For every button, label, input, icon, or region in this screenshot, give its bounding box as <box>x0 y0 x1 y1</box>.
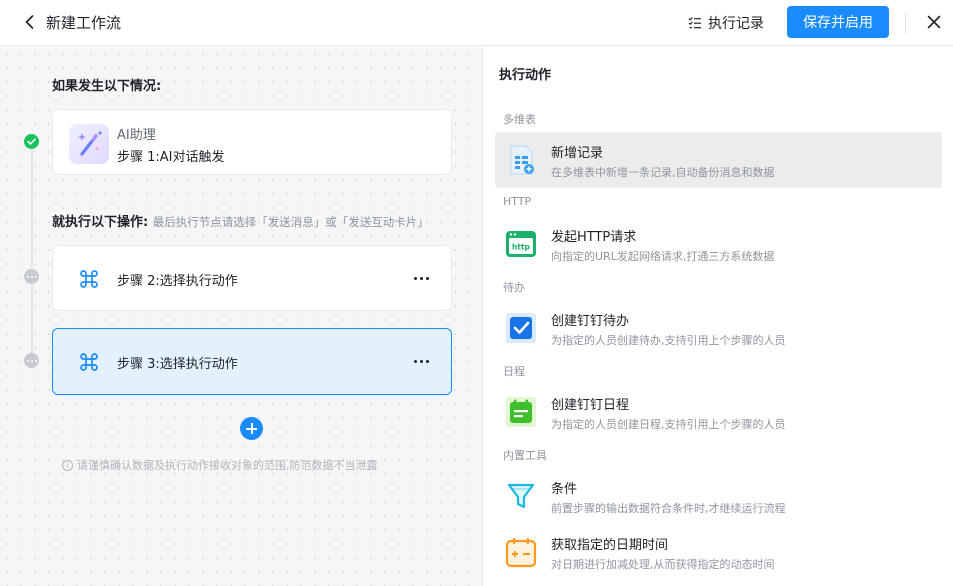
action-item-name: 发起HTTP请求 <box>551 230 637 245</box>
step-status-dot <box>24 269 39 284</box>
close-icon[interactable] <box>925 13 943 31</box>
action-item-desc: 前置步骤的输出数据符合条件时,才继续运行流程 <box>551 502 786 515</box>
action-item-name: 创建钉钉日程 <box>551 398 630 413</box>
action-item-desc: 对日期进行加减处理,从而获得指定的动态时间 <box>551 558 775 571</box>
action-item-create-todo[interactable]: 创建钉钉待办 为指定的人员创建待办,支持引用上个步骤的人员 <box>495 300 942 356</box>
svg-text:http: http <box>512 243 531 252</box>
workflow-canvas: 如果发生以下情况: AI助理 步骤 1:AI对话触发 就执行以下操作: 最后执行… <box>0 47 482 586</box>
trigger-section-title: 如果发生以下情况: <box>52 79 162 94</box>
step-card-3[interactable]: 步骤 3:选择执行动作 <box>52 328 452 395</box>
action-item-create-schedule[interactable]: 创建钉钉日程 为指定的人员创建日程,支持引用上个步骤的人员 <box>495 384 942 440</box>
action-item-get-datetime[interactable]: 获取指定的日期时间 对日期进行加减处理,从而获得指定的动态时间 <box>495 524 942 580</box>
action-section-title: 就执行以下操作: 最后执行节点请选择「发送消息」或「发送互动卡片」 <box>52 211 429 230</box>
action-item-desc: 为指定的人员创建待办,支持引用上个步骤的人员 <box>551 334 786 347</box>
category-label-http: HTTP <box>503 195 532 208</box>
panel-title: 执行动作 <box>499 68 552 83</box>
execution-history-label: 执行记录 <box>708 16 764 32</box>
table-add-icon <box>510 145 534 175</box>
http-icon: http <box>506 231 536 257</box>
command-key-icon <box>80 353 98 371</box>
action-item-name: 新增记录 <box>551 146 604 161</box>
action-section-hint: 最后执行节点请选择「发送消息」或「发送互动卡片」 <box>152 215 429 229</box>
action-panel: 执行动作 多维表 新增记录 在多维表中新增一条记录,自动备份消息和数据 HTTP… <box>482 47 953 586</box>
flow-connector <box>31 147 33 267</box>
trigger-step-label: 步骤 1:AI对话触发 <box>117 150 225 165</box>
command-key-icon <box>80 270 98 288</box>
action-item-name: 创建钉钉待办 <box>551 314 630 329</box>
step-card-2[interactable]: 步骤 2:选择执行动作 <box>52 245 452 311</box>
filter-icon <box>507 483 535 509</box>
action-item-http-request[interactable]: http 发起HTTP请求 向指定的URL发起网络请求,打通三方系统数据 <box>495 216 942 272</box>
execution-history-button[interactable]: 执行记录 <box>688 13 764 33</box>
add-step-button[interactable] <box>240 417 263 440</box>
action-item-desc: 为指定的人员创建日程,支持引用上个步骤的人员 <box>551 418 786 431</box>
todo-check-icon <box>506 313 536 343</box>
info-icon: i <box>62 459 73 471</box>
date-calc-icon <box>505 538 537 568</box>
more-options-icon[interactable] <box>411 353 431 369</box>
data-safety-notice-text: 请谨慎确认数据及执行动作接收对象的范围,防范数据不当泄露 <box>77 459 378 472</box>
step-card-label: 步骤 3:选择执行动作 <box>117 357 238 372</box>
more-options-icon[interactable] <box>411 270 431 286</box>
header-divider <box>905 12 906 34</box>
save-and-enable-button[interactable]: 保存并启用 <box>787 6 889 38</box>
category-label-schedule: 日程 <box>503 365 525 378</box>
step-card-label: 步骤 2:选择执行动作 <box>117 274 238 289</box>
header-bar: 新建工作流 执行记录 保存并启用 <box>0 0 953 46</box>
action-item-add-record[interactable]: 新增记录 在多维表中新增一条记录,自动备份消息和数据 <box>495 132 942 188</box>
ai-magic-wand-icon <box>69 124 109 164</box>
category-label-bitable: 多维表 <box>503 113 536 126</box>
calendar-icon <box>506 397 536 427</box>
category-label-todo: 待办 <box>503 281 525 294</box>
step-status-dot <box>24 353 39 368</box>
action-item-desc: 向指定的URL发起网络请求,打通三方系统数据 <box>551 250 775 263</box>
trigger-card[interactable]: AI助理 步骤 1:AI对话触发 <box>52 109 452 175</box>
action-section-title-text: 就执行以下操作: <box>52 215 149 230</box>
page-title: 新建工作流 <box>46 14 122 32</box>
action-item-name: 获取指定的日期时间 <box>551 538 669 553</box>
action-item-condition[interactable]: 条件 前置步骤的输出数据符合条件时,才继续运行流程 <box>495 468 942 524</box>
action-item-name: 条件 <box>551 482 578 497</box>
back-arrow-icon[interactable] <box>20 12 40 32</box>
trigger-source-label: AI助理 <box>117 128 156 143</box>
action-item-desc: 在多维表中新增一条记录,自动备份消息和数据 <box>551 166 775 179</box>
data-safety-notice: i 请谨慎确认数据及执行动作接收对象的范围,防范数据不当泄露 <box>62 457 378 473</box>
list-check-icon <box>688 17 701 29</box>
trigger-status-check-icon <box>24 134 39 149</box>
category-label-builtin-tools: 内置工具 <box>503 449 547 462</box>
